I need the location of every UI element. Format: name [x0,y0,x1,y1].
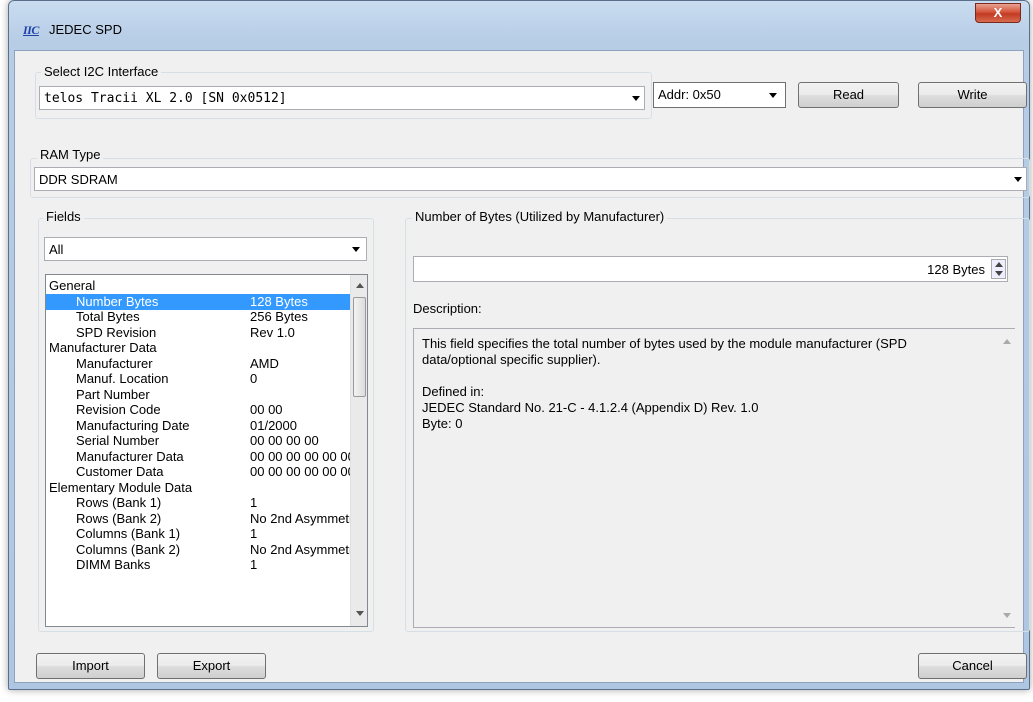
scroll-thumb[interactable] [353,297,366,397]
title-bar[interactable]: IIC JEDEC SPD X [9,1,1029,45]
tree-field-row[interactable]: Manufacturing Date 01/2000 [46,418,366,434]
spin-up-icon[interactable] [995,262,1003,267]
read-button[interactable]: Read [798,82,899,108]
field-value: 1 [250,526,258,541]
app-icon: IIC [23,23,39,37]
field-name: General [49,278,96,293]
field-value: No 2nd Asymmetr [250,510,354,526]
tree-field-row[interactable]: Columns (Bank 1) 1 [46,526,366,542]
fields-filter-value: All [49,242,64,257]
field-value: 1 [250,495,258,510]
field-value: 256 Bytes [250,309,308,324]
addr-select-value: Addr: 0x50 [658,87,721,102]
field-name: Elementary Module Data [49,479,193,495]
chevron-down-icon [1014,177,1022,182]
field-name: Number Bytes [76,293,159,309]
interface-legend: Select I2C Interface [41,64,162,79]
tree-field-row[interactable]: Part Number [46,387,366,403]
spd-window: IIC JEDEC SPD X Select I2C Interface tel… [8,0,1030,690]
tree-field-row[interactable]: Serial Number 00 00 00 00 [46,433,366,449]
field-value: 1 [250,557,258,572]
description-scrollbar[interactable] [998,329,1015,627]
scroll-up-icon[interactable] [356,283,364,288]
field-name: Manufacturer Data [49,340,157,355]
tree-field-row[interactable]: Rows (Bank 2) No 2nd Asymmetr [46,511,366,527]
field-value: 128 Bytes [250,293,308,309]
description-box[interactable]: This field specifies the total number of… [413,328,1015,628]
export-button[interactable]: Export [157,653,266,679]
chevron-down-icon [769,93,777,98]
field-value: 00 00 00 00 00 00 [250,464,355,479]
fields-legend: Fields [43,209,84,224]
import-button[interactable]: Import [36,653,145,679]
description-text: This field specifies the total number of… [422,336,907,431]
window-title: JEDEC SPD [49,22,122,37]
tree-field-row[interactable]: Revision Code 00 00 [46,402,366,418]
interface-select-value: telos Tracii XL 2.0 [SN 0x0512] [44,91,287,106]
field-name: Revision Code [76,402,161,417]
spin-down-icon[interactable] [995,271,1003,276]
tree-scrollbar[interactable] [350,275,367,626]
tree-field-row[interactable]: Manuf. Location 0 [46,371,366,387]
addr-select[interactable]: Addr: 0x50 [653,82,786,108]
scroll-down-icon[interactable] [356,611,364,616]
tree-field-row[interactable]: Customer Data 00 00 00 00 00 00 [46,464,366,480]
tree-field-row[interactable]: DIMM Banks 1 [46,557,366,573]
scroll-down-icon[interactable] [1003,613,1011,618]
field-value: 00 00 [250,402,283,417]
field-name: Total Bytes [76,309,140,324]
detail-legend: Number of Bytes (Utilized by Manufacture… [412,209,668,224]
ram-type-select[interactable]: DDR SDRAM [34,167,1027,191]
close-icon: X [993,5,1003,20]
field-name: Customer Data [76,464,164,479]
field-name: DIMM Banks [76,557,151,572]
tree-field-row[interactable]: Total Bytes 256 Bytes [46,309,366,325]
field-value: 00 00 00 00 [250,433,319,448]
field-value: 01/2000 [250,417,297,433]
tree-field-row[interactable]: Columns (Bank 2) No 2nd Asymmetr [46,542,366,558]
tree-field-row[interactable]: Number Bytes 128 Bytes [46,293,366,310]
tree-field-row[interactable]: SPD Revision Rev 1.0 [46,325,366,341]
field-name: Manufacturing Date [76,417,190,433]
field-name: Manuf. Location [76,371,169,386]
tree-field-row[interactable]: Rows (Bank 1) 1 [46,495,366,511]
field-name: Manufacturer Data [76,448,184,464]
field-value: 00 00 00 00 00 00 [250,448,355,464]
write-button[interactable]: Write [918,82,1027,108]
field-value: 0 [250,371,258,386]
bytes-value: 128 Bytes [927,262,985,277]
description-label: Description: [413,301,482,316]
fields-tree[interactable]: General Number Bytes 128 Bytes Total Bytes 2… [45,274,368,627]
field-name: Rows (Bank 2) [76,510,162,526]
ram-type-legend: RAM Type [37,147,104,162]
tree-category[interactable]: Manufacturer Data [46,340,366,356]
interface-select[interactable]: telos Tracii XL 2.0 [SN 0x0512] [39,86,645,110]
tree-category[interactable]: General [46,278,366,294]
field-name: Rows (Bank 1) [76,495,162,510]
field-name: Serial Number [76,433,160,448]
chevron-down-icon [352,247,360,252]
tree-field-row[interactable]: Manufacturer Data 00 00 00 00 00 00 [46,449,366,465]
field-name: SPD Revision [76,324,157,340]
tree-category[interactable]: Elementary Module Data [46,480,366,496]
field-name: Columns (Bank 1) [76,526,181,541]
cancel-button[interactable]: Cancel [918,653,1027,679]
fields-filter-select[interactable]: All [44,237,367,261]
close-button[interactable]: X [975,3,1021,23]
tree-field-row[interactable]: Manufacturer AMD [46,356,366,372]
field-value: No 2nd Asymmetr [250,541,354,557]
chevron-down-icon [632,96,640,101]
field-name: Manufacturer [76,355,153,371]
field-value: AMD [250,355,279,371]
field-value: Rev 1.0 [250,324,295,340]
scroll-up-icon[interactable] [1003,339,1011,344]
spinner-buttons[interactable] [991,259,1006,279]
bytes-value-spinner[interactable]: 128 Bytes [413,256,1008,282]
dialog-client: Select I2C Interface telos Tracii XL 2.0… [14,50,1030,683]
ram-type-value: DDR SDRAM [39,172,118,187]
field-name: Part Number [76,386,150,402]
field-name: Columns (Bank 2) [76,541,181,557]
